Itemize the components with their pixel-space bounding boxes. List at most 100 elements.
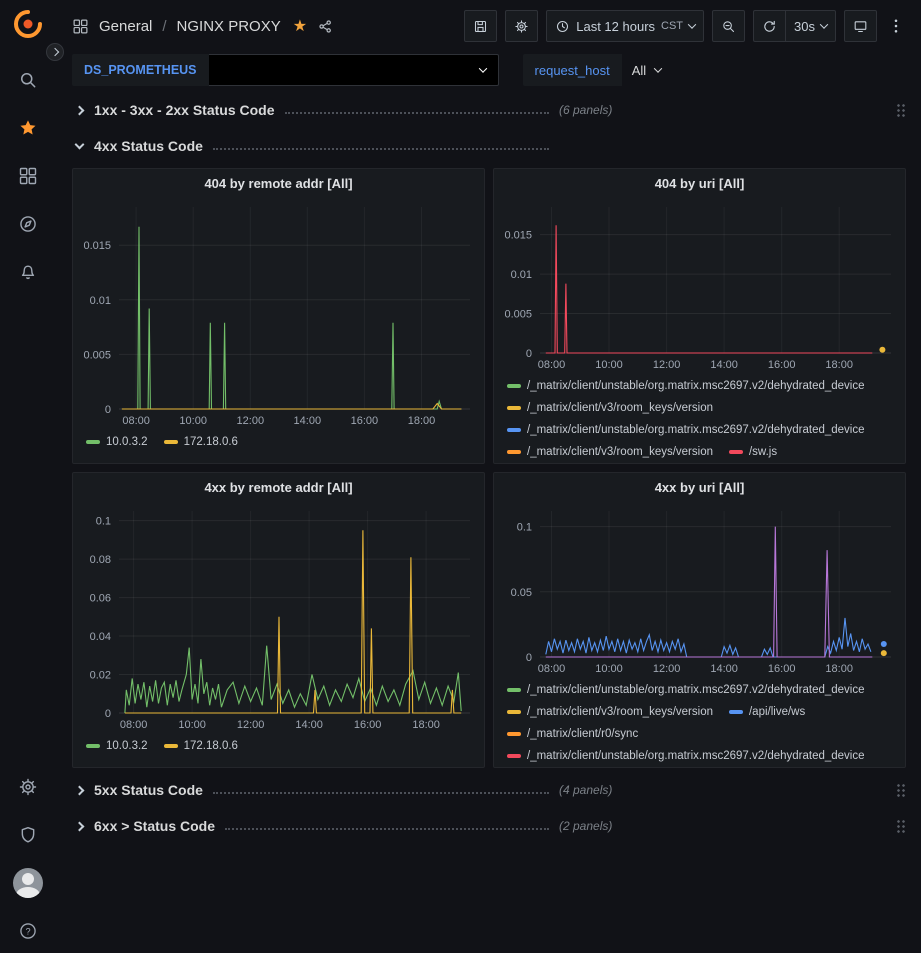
- svg-text:0: 0: [526, 652, 532, 664]
- row-4xx[interactable]: 4xx Status Code: [72, 132, 906, 160]
- row-drag-handle[interactable]: [896, 783, 906, 798]
- refresh-interval-dropdown[interactable]: 30s: [785, 10, 836, 42]
- zoom-out-button[interactable]: [712, 10, 745, 42]
- legend-item[interactable]: /_matrix/client/unstable/org.matrix.msc2…: [507, 420, 865, 439]
- request-host-select[interactable]: All: [622, 54, 671, 86]
- svg-text:12:00: 12:00: [237, 719, 265, 731]
- main-area: General / NGINX PROXY ★ Last 12 hours CS…: [55, 0, 921, 953]
- legend-item[interactable]: /sw.js: [729, 442, 777, 461]
- user-avatar[interactable]: [8, 863, 48, 903]
- panel-title[interactable]: 4xx by uri [All]: [494, 473, 905, 501]
- row-drag-handle[interactable]: [896, 819, 906, 834]
- svg-text:16:00: 16:00: [354, 719, 382, 731]
- chart-legend: 10.0.3.2 172.18.0.6: [73, 429, 484, 451]
- alerting-bell-icon[interactable]: [8, 252, 48, 292]
- svg-text:16:00: 16:00: [768, 359, 796, 371]
- svg-text:18:00: 18:00: [412, 719, 440, 731]
- time-range-picker[interactable]: Last 12 hours CST: [546, 10, 704, 42]
- chart-4xx-by-remote-addr[interactable]: 08:0010:0012:0014:0016:0018:0000.020.040…: [73, 501, 484, 733]
- explore-compass-icon[interactable]: [8, 204, 48, 244]
- row-left: 4xx Status Code: [72, 138, 559, 154]
- svg-text:0.015: 0.015: [83, 240, 111, 252]
- chart-svg[interactable]: 08:0010:0012:0014:0016:0018:0000.0050.01…: [73, 197, 484, 429]
- chart-404-by-remote-addr[interactable]: 08:0010:0012:0014:0016:0018:0000.0050.01…: [73, 197, 484, 429]
- legend-item[interactable]: 10.0.3.2: [86, 736, 148, 755]
- admin-shield-icon[interactable]: [8, 815, 48, 855]
- svg-text:08:00: 08:00: [538, 663, 566, 675]
- legend-series-color: [507, 406, 521, 410]
- legend-item[interactable]: 10.0.3.2: [86, 432, 148, 451]
- legend-item[interactable]: 172.18.0.6: [164, 736, 238, 755]
- chart-svg[interactable]: 08:0010:0012:0014:0016:0018:0000.0050.01…: [494, 197, 905, 373]
- svg-text:0.02: 0.02: [90, 670, 111, 682]
- legend-item[interactable]: /_matrix/client/unstable/org.matrix.msc2…: [507, 376, 865, 395]
- legend-series-color: [164, 744, 178, 748]
- panel-title[interactable]: 4xx by remote addr [All]: [73, 473, 484, 501]
- chart-404-by-uri[interactable]: 08:0010:0012:0014:0016:0018:0000.0050.01…: [494, 197, 905, 373]
- panel-title[interactable]: 404 by uri [All]: [494, 169, 905, 197]
- row-panel-count: (4 panels): [559, 783, 612, 797]
- save-dashboard-button[interactable]: [464, 10, 497, 42]
- svg-text:0: 0: [526, 348, 532, 360]
- more-options-kebab-icon[interactable]: [885, 17, 907, 35]
- legend-series-color: [507, 428, 521, 432]
- chart-4xx-by-uri[interactable]: 08:0010:0012:0014:0016:0018:0000.050.1: [494, 501, 905, 677]
- row-6xx[interactable]: 6xx > Status Code (2 panels): [72, 812, 906, 840]
- chevron-down-icon: [820, 20, 828, 28]
- legend-series-label: /_matrix/client/unstable/org.matrix.msc2…: [527, 380, 865, 392]
- legend-item[interactable]: /_matrix/client/unstable/org.matrix.msc2…: [507, 746, 865, 765]
- chevron-down-icon: [478, 64, 486, 72]
- svg-text:18:00: 18:00: [825, 663, 853, 675]
- legend-item[interactable]: /_matrix/client/v3/room_keys/version: [507, 398, 713, 417]
- datasource-label[interactable]: DS_PROMETHEUS: [72, 54, 209, 86]
- datasource-select[interactable]: [209, 54, 499, 86]
- refresh-button[interactable]: [753, 10, 785, 42]
- grafana-logo[interactable]: [12, 8, 44, 40]
- settings-gear-icon[interactable]: [8, 767, 48, 807]
- chart-svg[interactable]: 08:0010:0012:0014:0016:0018:0000.020.040…: [73, 501, 484, 733]
- breadcrumb-section[interactable]: General: [99, 18, 152, 35]
- tv-mode-button[interactable]: [844, 10, 877, 42]
- svg-text:0.1: 0.1: [96, 516, 111, 528]
- legend-item[interactable]: /_matrix/client/v3/room_keys/version: [507, 442, 713, 461]
- legend-item[interactable]: /_matrix/client/v3/room_keys/version: [507, 702, 713, 721]
- svg-text:10:00: 10:00: [595, 663, 623, 675]
- legend-item[interactable]: 172.18.0.6: [164, 432, 238, 451]
- legend-series-label: /api/live/ws: [749, 706, 805, 718]
- breadcrumb-dashboard-title[interactable]: NGINX PROXY: [177, 18, 281, 35]
- legend-series-color: [507, 754, 521, 758]
- legend-item[interactable]: /_matrix/client/r0/sync: [507, 724, 638, 743]
- row-1xx-3xx-2xx[interactable]: 1xx - 3xx - 2xx Status Code (6 panels): [72, 96, 906, 124]
- legend-series-label: /sw.js: [749, 446, 777, 458]
- svg-text:0: 0: [105, 708, 111, 720]
- chart-svg[interactable]: 08:0010:0012:0014:0016:0018:0000.050.1: [494, 501, 905, 677]
- apps-grid-icon[interactable]: [72, 18, 89, 35]
- dashboard-content: 1xx - 3xx - 2xx Status Code (6 panels) 4…: [55, 88, 921, 953]
- avatar: [13, 868, 43, 898]
- star-icon[interactable]: [8, 108, 48, 148]
- chevron-down-icon: [75, 139, 85, 149]
- legend-series-color: [507, 384, 521, 388]
- gear-icon: [514, 19, 529, 34]
- share-icon[interactable]: [317, 18, 334, 35]
- svg-text:0: 0: [105, 404, 111, 416]
- legend-series-color: [507, 710, 521, 714]
- search-icon[interactable]: [8, 60, 48, 100]
- panel-title[interactable]: 404 by remote addr [All]: [73, 169, 484, 197]
- row-drag-handle[interactable]: [896, 103, 906, 118]
- legend-series-label: /_matrix/client/unstable/org.matrix.msc2…: [527, 424, 865, 436]
- legend-item[interactable]: /_matrix/client/unstable/org.matrix.msc2…: [507, 680, 865, 699]
- dashboards-icon[interactable]: [8, 156, 48, 196]
- refresh-icon: [762, 19, 777, 34]
- legend-item[interactable]: /api/live/ws: [729, 702, 805, 721]
- dashboard-settings-button[interactable]: [505, 10, 538, 42]
- sidebar-expand-chevron-icon[interactable]: [46, 43, 64, 61]
- row-5xx[interactable]: 5xx Status Code (4 panels): [72, 776, 906, 804]
- help-icon[interactable]: ?: [8, 911, 48, 951]
- row-dots: [213, 792, 549, 794]
- svg-text:0.01: 0.01: [90, 295, 111, 307]
- request-host-label[interactable]: request_host: [523, 54, 622, 86]
- legend-series-label: /_matrix/client/unstable/org.matrix.msc2…: [527, 684, 865, 696]
- favorite-star-icon[interactable]: ★: [293, 16, 307, 36]
- svg-text:10:00: 10:00: [595, 359, 623, 371]
